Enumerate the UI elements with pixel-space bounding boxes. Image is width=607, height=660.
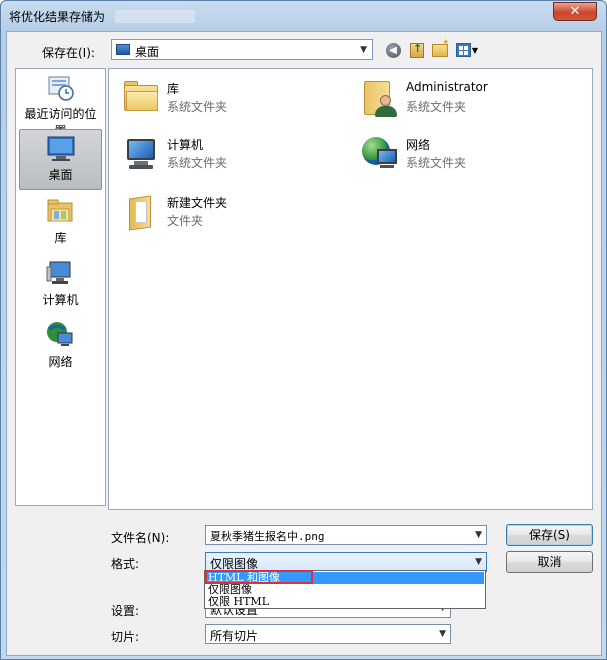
highlight-annotation-box [205, 570, 313, 584]
save-button[interactable]: 保存(S) [506, 524, 593, 546]
place-libraries[interactable]: 库 [19, 193, 102, 251]
up-folder-icon [410, 42, 424, 58]
item-type: 系统文件夹 [167, 100, 228, 114]
chevron-down-icon[interactable]: ▼ [439, 629, 446, 639]
dialog-title: 将优化结果存储为 [9, 10, 106, 24]
place-label: 库 [54, 231, 67, 245]
close-icon[interactable]: ✕ [554, 3, 596, 20]
item-name: 计算机 [167, 138, 204, 152]
item-name: 库 [167, 82, 180, 96]
new-folder-icon [121, 193, 161, 233]
filename-label: 文件名(N): [111, 531, 170, 545]
view-menu-icon [455, 43, 471, 57]
list-item[interactable]: 库 系统文件夹 [115, 77, 335, 121]
place-computer[interactable]: 计算机 [19, 255, 102, 313]
item-type: 文件夹 [167, 214, 204, 228]
place-desktop[interactable]: 桌面 [19, 129, 102, 190]
item-name: Administrator [406, 80, 488, 94]
title-bar: 将优化结果存储为 ✕ [1, 1, 606, 31]
item-name: 网络 [406, 138, 431, 152]
desktop-icon [46, 133, 76, 163]
close-button[interactable]: ✕ [553, 2, 597, 21]
libraries-folder-icon [121, 79, 161, 119]
list-item[interactable]: 新建文件夹 文件夹 [115, 191, 335, 235]
back-icon: ◀ [385, 42, 401, 58]
save-dialog: 将优化结果存储为 ✕ 保存在(I): 桌面 ▼ ◀ ▼ 最近访问的位置 [0, 0, 607, 660]
title-redaction [115, 10, 195, 23]
filename-value: 夏秋季猪生报名中.png [210, 530, 325, 543]
place-label: 计算机 [42, 293, 79, 307]
list-item[interactable]: 计算机 系统文件夹 [115, 133, 335, 177]
cancel-button[interactable]: 取消 [506, 551, 593, 573]
libraries-icon [45, 196, 75, 226]
computer-icon [45, 258, 75, 288]
recent-places-icon [45, 72, 75, 102]
file-list: 库 系统文件夹 Administrator 系统文件夹 计算机 系统文件夹 网络… [108, 68, 593, 510]
chevron-down-icon[interactable]: ▼ [475, 530, 482, 540]
item-type: 系统文件夹 [167, 156, 228, 170]
list-item[interactable]: Administrator 系统文件夹 [354, 77, 574, 121]
location-value: 桌面 [135, 45, 160, 59]
save-in-label: 保存在(I): [42, 46, 95, 60]
item-type: 系统文件夹 [406, 156, 467, 170]
back-button[interactable]: ◀ [383, 40, 403, 60]
slices-dropdown[interactable]: 所有切片 ▼ [205, 624, 451, 644]
settings-label: 设置: [111, 604, 140, 618]
user-folder-icon [360, 79, 400, 119]
place-recent[interactable]: 最近访问的位置 [19, 69, 102, 138]
up-folder-button[interactable] [407, 40, 427, 60]
item-name: 新建文件夹 [167, 196, 228, 210]
place-network[interactable]: 网络 [19, 317, 102, 375]
places-bar: 最近访问的位置 桌面 库 计算机 [15, 68, 106, 506]
chevron-down-icon: ▼ [360, 45, 367, 55]
format-option-html-only[interactable]: 仅限 HTML [206, 596, 484, 608]
filename-field[interactable]: 夏秋季猪生报名中.png ▼ [205, 525, 487, 545]
list-item[interactable]: 网络 系统文件夹 [354, 133, 574, 177]
computer-icon [121, 135, 161, 175]
slices-label: 切片: [111, 630, 140, 644]
view-menu-button[interactable]: ▼ [453, 40, 481, 60]
location-dropdown[interactable]: 桌面 ▼ [111, 39, 373, 60]
network-icon [360, 135, 400, 175]
new-folder-button[interactable] [430, 38, 450, 60]
network-icon [45, 320, 75, 350]
format-label: 格式: [111, 557, 140, 571]
place-label: 网络 [48, 355, 73, 369]
desktop-icon [116, 44, 130, 55]
dialog-body: 保存在(I): 桌面 ▼ ◀ ▼ 最近访问的位置 桌面 [6, 31, 602, 656]
chevron-down-icon[interactable]: ▼ [475, 557, 482, 567]
slices-value: 所有切片 [210, 629, 259, 643]
format-dropdown[interactable]: 仅限图像 ▼ [205, 552, 487, 572]
place-label: 桌面 [48, 168, 73, 182]
new-folder-icon [432, 38, 450, 57]
item-type: 系统文件夹 [406, 100, 467, 114]
chevron-down-icon: ▼ [471, 45, 479, 55]
